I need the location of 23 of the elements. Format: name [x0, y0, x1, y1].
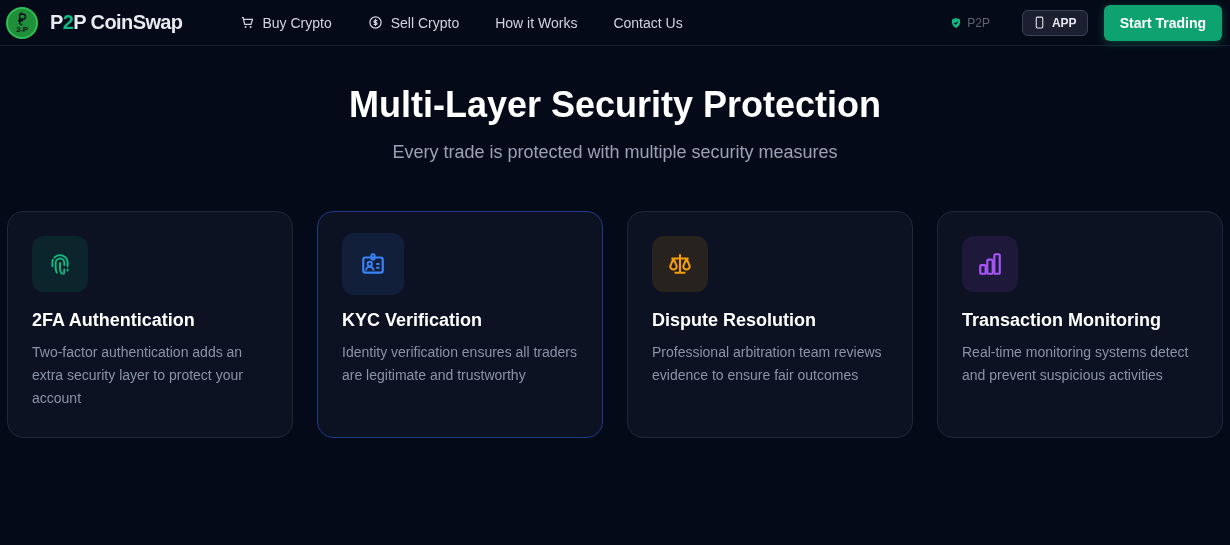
nav-link[interactable]: Contact Us: [613, 14, 683, 31]
p2p-label: P2P: [950, 15, 990, 30]
card-title: Transaction Monitoring: [962, 310, 1162, 331]
logo[interactable]: 2-P: [6, 6, 38, 39]
card-title: 2FA Authentication: [32, 310, 196, 331]
card-description: Two-factor authentication adds an extra security layer to protect your account: [32, 343, 244, 408]
card-title: KYC Verification: [342, 310, 484, 331]
cart-icon: [239, 15, 255, 30]
card-description: Professional arbitration team reviews evidence to ensure fair outcomes: [652, 343, 883, 385]
nav-link[interactable]: Buy Crypto: [239, 14, 332, 31]
brand-name[interactable]: P2P CoinSwap: [50, 11, 183, 34]
card-title: Dispute Resolution: [652, 310, 817, 331]
section-title: Multi-Layer Security Protection: [348, 84, 882, 126]
nav-link[interactable]: Sell Crypto: [367, 14, 460, 31]
dollar-icon: [367, 15, 383, 30]
section-subtitle: Every trade is protected with multiple security measures: [392, 142, 838, 163]
app-button[interactable]: APP: [1021, 9, 1088, 36]
coin-icon: [15, 11, 29, 26]
shield-icon: [950, 16, 963, 29]
card-description: Identity verification ensures all traders are legitimate and trustworthy: [342, 343, 578, 385]
nav-link[interactable]: How it Works: [495, 14, 578, 31]
card-description: Real-time monitoring systems detect and prevent suspicious activities: [962, 343, 1190, 385]
logo-text: 2-P: [16, 25, 28, 34]
